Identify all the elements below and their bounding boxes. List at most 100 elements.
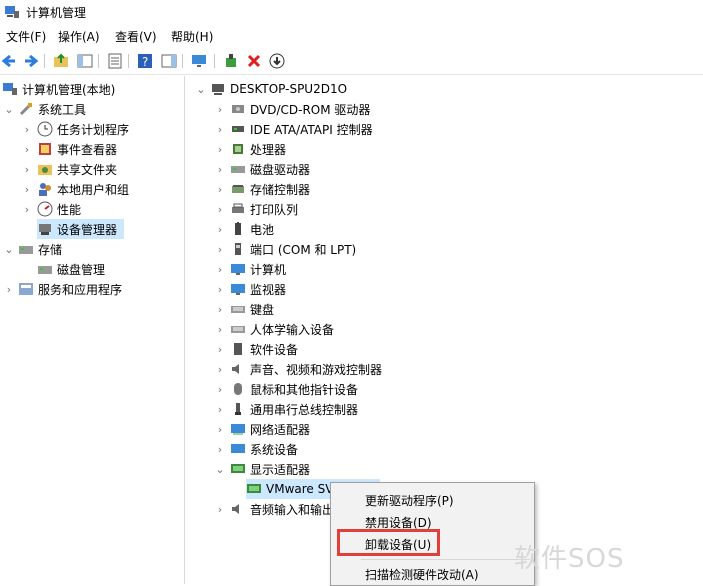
device-category-dvd-drive[interactable]: DVD/CD-ROM 驱动器 (230, 99, 370, 119)
menu-action[interactable]: 操作(A) (58, 28, 100, 45)
device-category-disk-drive[interactable]: 磁盘驱动器 (230, 159, 310, 179)
tree-disk-management[interactable]: 磁盘管理 (37, 259, 105, 279)
ide-controller-icon (230, 121, 246, 137)
chevron-right-icon[interactable]: › (21, 139, 33, 159)
highlight-box (337, 529, 440, 556)
hid-icon (230, 321, 246, 337)
up-folder-icon[interactable] (52, 52, 70, 70)
tree-local-users[interactable]: 本地用户和组 (37, 179, 129, 199)
forward-arrow-icon[interactable] (22, 52, 40, 70)
chevron-down-icon[interactable]: ⌄ (3, 99, 15, 119)
chevron-right-icon[interactable]: › (214, 239, 226, 259)
chevron-down-icon[interactable]: ⌄ (3, 239, 15, 259)
window-title: 计算机管理 (26, 6, 87, 20)
tree-shared-folders[interactable]: 共享文件夹 (37, 159, 117, 179)
chevron-right-icon[interactable]: › (214, 419, 226, 439)
computer-icon (230, 261, 246, 277)
menu-help[interactable]: 帮助(H) (171, 28, 213, 45)
show-hide-tree-icon[interactable] (76, 52, 94, 70)
dvd-drive-icon (230, 101, 246, 117)
back-arrow-icon[interactable] (0, 52, 18, 70)
help-icon[interactable]: ? (136, 52, 154, 70)
chevron-right-icon[interactable]: › (214, 99, 226, 119)
device-category-hid[interactable]: 人体学输入设备 (230, 319, 334, 339)
ports-icon (230, 241, 246, 257)
chevron-right-icon[interactable]: › (21, 119, 33, 139)
device-category-computer[interactable]: 计算机 (230, 259, 286, 279)
software-device-icon (230, 341, 246, 357)
menu-update-driver[interactable]: 更新驱动程序(P) (365, 492, 454, 509)
device-category-storage-controller[interactable]: 存储控制器 (230, 179, 310, 199)
network-adapter-icon (230, 421, 246, 437)
tree-performance[interactable]: 性能 (37, 199, 81, 219)
tree-event-viewer[interactable]: 事件查看器 (37, 139, 117, 159)
chevron-right-icon[interactable]: › (214, 159, 226, 179)
device-category-keyboard[interactable]: 键盘 (230, 299, 274, 319)
properties-icon[interactable] (106, 52, 124, 70)
device-category-sound-controller[interactable]: 声音、视频和游戏控制器 (230, 359, 382, 379)
menu-scan-hardware[interactable]: 扫描检测硬件改动(A) (365, 566, 479, 583)
chevron-right-icon[interactable]: › (214, 359, 226, 379)
device-category-processor[interactable]: 处理器 (230, 139, 286, 159)
tree-storage[interactable]: 存储 (18, 239, 62, 259)
action-pane-icon[interactable] (160, 52, 178, 70)
disk-icon (37, 261, 53, 277)
chevron-down-icon[interactable]: ⌄ (214, 459, 226, 479)
device-category-battery[interactable]: 电池 (230, 219, 274, 239)
battery-icon (230, 221, 246, 237)
chevron-right-icon[interactable]: › (214, 259, 226, 279)
chevron-down-icon[interactable]: ⌄ (195, 79, 207, 99)
device-category-ide-controller[interactable]: IDE ATA/ATAPI 控制器 (230, 119, 373, 139)
watermark: 软件SOS (514, 544, 625, 574)
chevron-right-icon[interactable]: › (214, 319, 226, 339)
tree-root-label: 计算机管理(本地) (22, 82, 116, 97)
menu-view[interactable]: 查看(V) (115, 28, 157, 45)
device-category-software-device[interactable]: 软件设备 (230, 339, 298, 359)
chevron-right-icon[interactable]: › (214, 119, 226, 139)
services-icon (18, 281, 34, 297)
users-icon (37, 181, 53, 197)
device-category-mouse[interactable]: 鼠标和其他指针设备 (230, 379, 358, 399)
device-category-display-adapter[interactable]: 显示适配器 (230, 459, 310, 479)
chevron-right-icon[interactable]: › (214, 339, 226, 359)
clock-icon (37, 121, 53, 137)
device-manager-icon (37, 221, 53, 237)
keyboard-icon (230, 301, 246, 317)
device-category-print-queue[interactable]: 打印队列 (230, 199, 298, 219)
chevron-right-icon[interactable]: › (214, 279, 226, 299)
chevron-right-icon[interactable]: › (214, 439, 226, 459)
computer-management-icon (2, 81, 18, 97)
device-root[interactable]: DESKTOP-SPU2D1O (210, 79, 347, 99)
chevron-right-icon[interactable]: › (21, 179, 33, 199)
chevron-right-icon[interactable]: › (214, 499, 226, 519)
shared-folder-icon (37, 161, 53, 177)
menu-file[interactable]: 文件(F) (6, 28, 46, 45)
uninstall-x-icon[interactable] (245, 52, 263, 70)
update-driver-icon[interactable] (222, 52, 240, 70)
tree-device-manager[interactable]: 设备管理器 (37, 219, 124, 239)
chevron-right-icon[interactable]: › (21, 159, 33, 179)
chevron-right-icon[interactable]: › (214, 299, 226, 319)
chevron-right-icon[interactable]: › (214, 139, 226, 159)
chevron-right-icon[interactable]: › (3, 279, 15, 299)
display-adapter-icon (246, 481, 262, 497)
monitor-icon[interactable] (190, 52, 208, 70)
chevron-right-icon[interactable]: › (214, 179, 226, 199)
device-audio-io[interactable]: 音频输入和输出 (230, 499, 334, 519)
sound-controller-icon (230, 361, 246, 377)
chevron-right-icon[interactable]: › (214, 219, 226, 239)
tree-task-scheduler[interactable]: 任务计划程序 (37, 119, 129, 139)
device-category-usb-controller[interactable]: 通用串行总线控制器 (230, 399, 358, 419)
chevron-right-icon[interactable]: › (214, 199, 226, 219)
tree-root[interactable]: 计算机管理(本地) (2, 79, 115, 99)
chevron-right-icon[interactable]: › (214, 399, 226, 419)
tree-services-apps[interactable]: 服务和应用程序 (18, 279, 122, 299)
chevron-right-icon[interactable]: › (21, 199, 33, 219)
tree-system-tools[interactable]: 系统工具 (18, 99, 86, 119)
device-category-system-device[interactable]: 系统设备 (230, 439, 298, 459)
device-category-network-adapter[interactable]: 网络适配器 (230, 419, 310, 439)
enable-device-icon[interactable] (268, 52, 286, 70)
device-category-monitor[interactable]: 监视器 (230, 279, 286, 299)
device-category-ports[interactable]: 端口 (COM 和 LPT) (230, 239, 356, 259)
chevron-right-icon[interactable]: › (214, 379, 226, 399)
